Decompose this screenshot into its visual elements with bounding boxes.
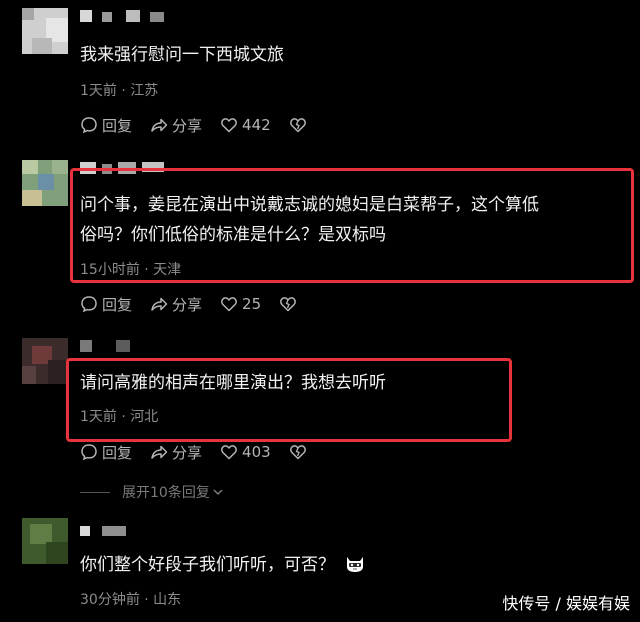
avatar[interactable] (22, 8, 68, 54)
reply-button[interactable]: 回复 (80, 115, 132, 136)
comment-text: 我来强行慰问一下西城文旅 (80, 45, 284, 65)
share-icon (151, 118, 168, 132)
comment-icon (81, 444, 97, 461)
share-button[interactable]: 分享 (150, 115, 202, 136)
chevron-down-icon (213, 489, 223, 496)
comment-meta: 1天前 · 河北 (80, 409, 159, 425)
share-button[interactable]: 分享 (150, 442, 202, 463)
comment-text: 请问高雅的相声在哪里演出？我想去听听 (80, 373, 386, 393)
comment-text: 你们整个好段子我们听听，可否？ (80, 550, 366, 580)
avatar[interactable] (22, 518, 68, 564)
username[interactable] (80, 340, 160, 352)
comment-icon (81, 296, 97, 313)
comment-meta: 1天前 · 江苏 (80, 83, 159, 99)
like-button[interactable]: 25 (220, 295, 261, 313)
dislike-heart-icon (289, 118, 306, 133)
reply-button[interactable]: 回复 (80, 294, 132, 315)
like-button[interactable]: 403 (220, 443, 271, 461)
avatar[interactable] (22, 338, 68, 384)
share-icon (151, 445, 168, 459)
username[interactable] (80, 526, 140, 538)
comment-icon (81, 117, 97, 134)
like-button[interactable]: 442 (220, 116, 271, 134)
reply-button[interactable]: 回复 (80, 442, 132, 463)
heart-icon (221, 297, 237, 312)
dislike-button[interactable] (289, 443, 311, 461)
comment-meta: 30分钟前 · 山东 (80, 592, 182, 608)
heart-icon (221, 445, 237, 460)
share-button[interactable]: 分享 (150, 294, 202, 315)
avatar[interactable] (22, 160, 68, 206)
dislike-heart-icon (280, 297, 297, 312)
emoji-cat-icon (347, 557, 364, 572)
dislike-heart-icon (289, 445, 306, 460)
divider (80, 491, 110, 493)
comment-actions: 回复 分享 442 (80, 114, 329, 136)
comment-actions: 回复 分享 25 (80, 293, 319, 315)
comment-actions: 回复 分享 403 (80, 441, 329, 463)
comment-text: 问个事，姜昆在演出中说戴志诚的媳妇是白菜帮子，这个算低 俗吗？你们低俗的标准是什… (80, 195, 539, 245)
dislike-button[interactable] (279, 295, 301, 313)
watermark: 快传号 / 娱娱有娱 (502, 594, 630, 613)
dislike-button[interactable] (289, 116, 311, 134)
expand-replies-button[interactable]: 展开10条回复 (80, 482, 224, 502)
heart-icon (221, 118, 237, 133)
comment-meta: 15小时前 · 天津 (80, 262, 182, 278)
username[interactable] (80, 10, 190, 22)
share-icon (151, 297, 168, 311)
